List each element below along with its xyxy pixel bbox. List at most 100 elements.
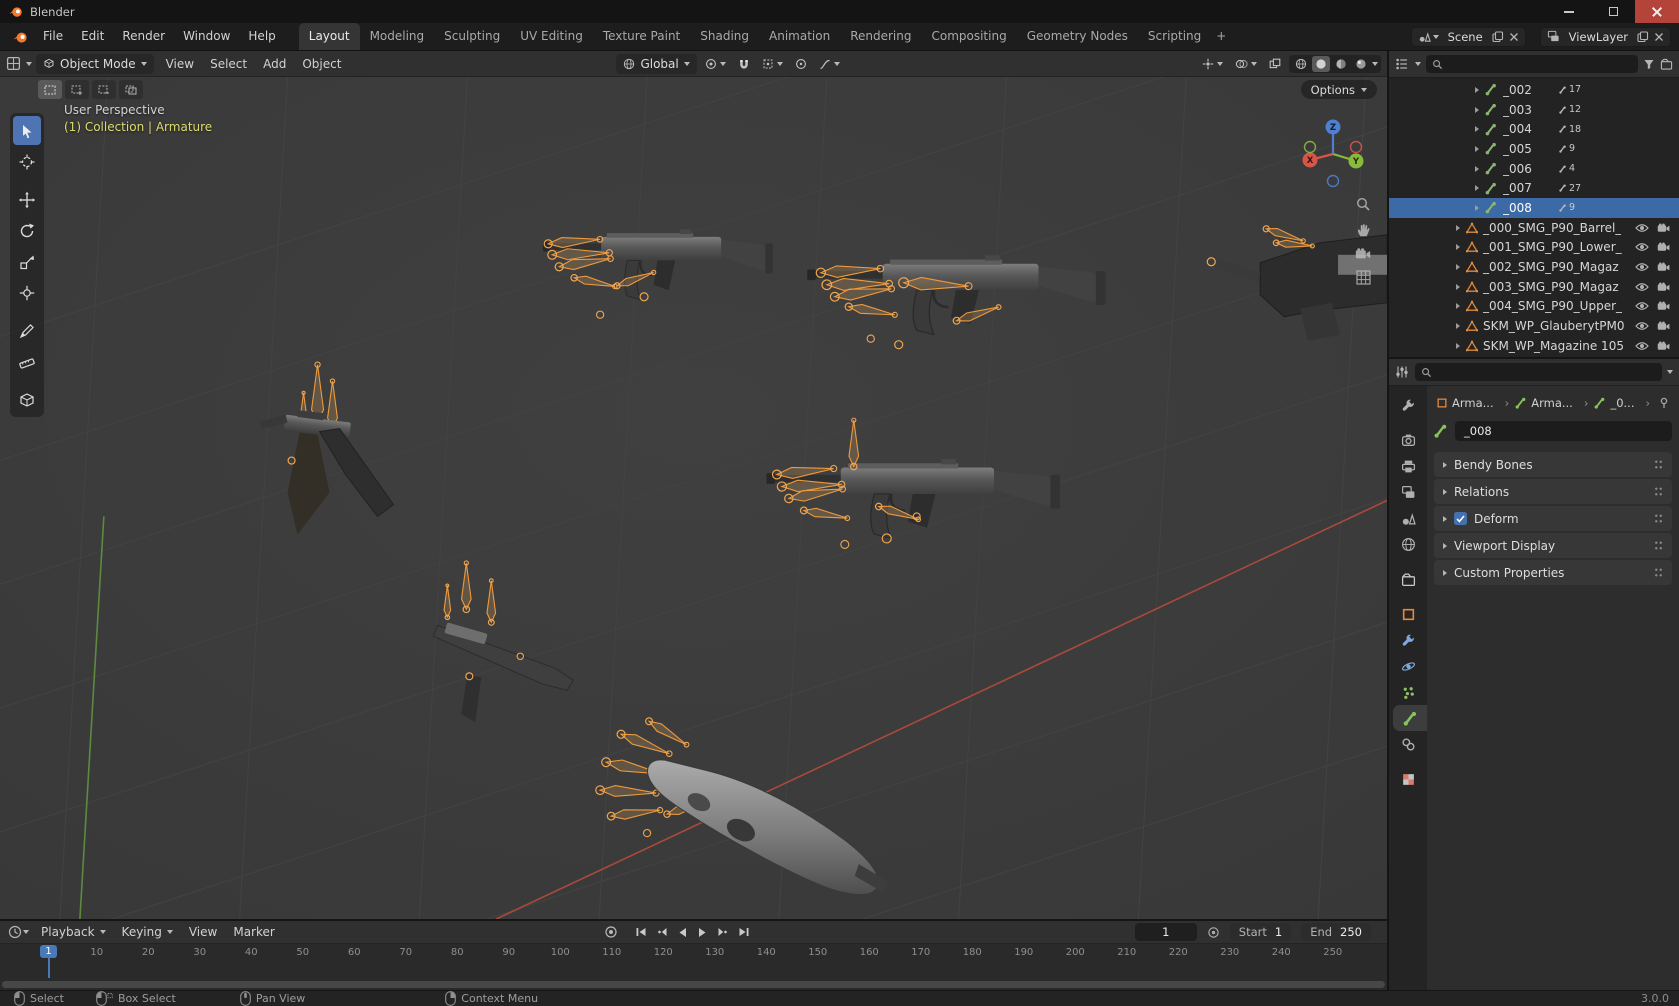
workspace-tab[interactable]: Geometry Nodes: [1017, 23, 1138, 50]
outliner-row[interactable]: _004_SMG_P90_Upper_: [1389, 297, 1679, 317]
outliner-row[interactable]: _008 9: [1389, 198, 1679, 218]
tab-output[interactable]: [1389, 453, 1427, 479]
playhead[interactable]: [48, 957, 50, 978]
add-workspace-button[interactable]: +: [1211, 23, 1231, 50]
view-layer-name[interactable]: ViewLayer: [1565, 30, 1632, 44]
properties-options-dropdown-icon[interactable]: [1667, 370, 1673, 374]
workspace-tab[interactable]: Sculpting: [434, 23, 510, 50]
timeline-menu[interactable]: Keying: [114, 925, 181, 939]
pivot-point-selector[interactable]: [701, 54, 730, 74]
close-button[interactable]: [1635, 0, 1679, 23]
viewport-menu[interactable]: Select: [202, 57, 255, 71]
tab-physics[interactable]: [1389, 653, 1427, 679]
expand-arrow-icon[interactable]: [1456, 224, 1460, 231]
properties-panel-header[interactable]: Relations: [1434, 479, 1672, 504]
show-gizmo-dropdown[interactable]: [1198, 54, 1227, 74]
drag-dots-icon[interactable]: [1654, 485, 1663, 498]
timeline-menu[interactable]: Playback: [33, 925, 114, 939]
tab-scene[interactable]: [1389, 505, 1427, 531]
properties-search-input[interactable]: [1415, 363, 1662, 381]
outliner-row[interactable]: SKM_WP_GlauberytPM0: [1389, 316, 1679, 336]
drag-dots-icon[interactable]: [1654, 539, 1663, 552]
drag-dots-icon[interactable]: [1654, 458, 1663, 471]
timeline-scrollbar[interactable]: [2, 981, 1385, 988]
play-button[interactable]: [695, 926, 710, 939]
disable-render-icon[interactable]: [1657, 223, 1670, 233]
options-dropdown[interactable]: Options: [1300, 80, 1377, 99]
material-preview-shading-button[interactable]: [1332, 56, 1350, 72]
tab-constraint[interactable]: [1389, 731, 1427, 757]
workspace-tab[interactable]: Compositing: [921, 23, 1016, 50]
rotate-tool-button[interactable]: [13, 216, 41, 245]
timeline-menu[interactable]: Marker: [225, 925, 282, 939]
expand-arrow-icon[interactable]: [1456, 303, 1460, 310]
jump-to-start-button[interactable]: [633, 926, 649, 938]
timeline-ruler[interactable]: 10 20 30 40 50 60 70 80 90 100 110 120 130 140 150 160 1…: [0, 944, 1387, 990]
hide-eye-icon[interactable]: [1635, 282, 1649, 292]
breadcrumb-bone[interactable]: _0...: [1594, 396, 1656, 410]
outliner-row[interactable]: _000_SMG_P90_Barrel_: [1389, 218, 1679, 238]
editor-type-icon[interactable]: [6, 56, 21, 71]
tab-tool[interactable]: [1389, 392, 1427, 418]
workspace-tab[interactable]: Shading: [690, 23, 759, 50]
breadcrumb-armature[interactable]: Arma...: [1515, 396, 1594, 410]
ortho-grid-icon[interactable]: [1355, 270, 1371, 285]
menubar-item[interactable]: File: [34, 26, 72, 47]
bone-name-field[interactable]: _008: [1455, 421, 1672, 441]
expand-arrow-icon[interactable]: [1456, 323, 1460, 330]
tab-particles[interactable]: [1389, 679, 1427, 705]
tab-view-layer[interactable]: [1389, 479, 1427, 505]
add-cube-tool-button[interactable]: [13, 385, 41, 414]
tab-collection[interactable]: [1389, 566, 1427, 592]
hide-eye-icon[interactable]: [1635, 301, 1649, 311]
tab-object[interactable]: [1389, 601, 1427, 627]
next-keyframe-button[interactable]: [715, 926, 731, 938]
frame-start-field[interactable]: Start 1: [1229, 923, 1292, 941]
expand-arrow-icon[interactable]: [1456, 283, 1460, 290]
mode-selector[interactable]: Object Mode: [36, 53, 154, 74]
minimize-button[interactable]: [1547, 0, 1591, 23]
new-collection-icon[interactable]: [1660, 58, 1673, 70]
disable-render-icon[interactable]: [1657, 341, 1670, 351]
outliner-row[interactable]: _001_SMG_P90_Lower_: [1389, 238, 1679, 258]
outliner-row[interactable]: _003 12: [1389, 100, 1679, 120]
outliner-row[interactable]: _003_SMG_P90_Magaz: [1389, 277, 1679, 297]
tab-modifier[interactable]: [1389, 627, 1427, 653]
outliner-search-input[interactable]: [1426, 55, 1638, 73]
axis-neg-x-ball[interactable]: [1349, 140, 1363, 154]
view-layer-selector[interactable]: ViewLayer: [1539, 26, 1671, 47]
workspace-tab[interactable]: Texture Paint: [593, 23, 690, 50]
workspace-tab[interactable]: Rendering: [840, 23, 921, 50]
proportional-editing-toggle[interactable]: [791, 54, 811, 74]
outliner-editor-icon[interactable]: [1395, 57, 1409, 71]
scale-tool-button[interactable]: [13, 247, 41, 276]
expand-arrow-icon[interactable]: [1456, 342, 1460, 349]
expand-arrow-icon[interactable]: [1475, 86, 1479, 93]
workspace-tab[interactable]: Scripting: [1138, 23, 1211, 50]
outliner-row[interactable]: _007 27: [1389, 178, 1679, 198]
proportional-falloff-dropdown[interactable]: [815, 54, 844, 74]
measure-tool-button[interactable]: [13, 347, 41, 376]
outliner-row[interactable]: _005 9: [1389, 139, 1679, 159]
outliner-row[interactable]: _002 17: [1389, 80, 1679, 100]
new-scene-icon[interactable]: [1492, 30, 1504, 43]
expand-arrow-icon[interactable]: [1456, 244, 1460, 251]
blender-menu-logo-icon[interactable]: [12, 29, 28, 45]
menubar-item[interactable]: Window: [174, 26, 239, 47]
viewport-menu[interactable]: Object: [294, 57, 349, 71]
menubar-item[interactable]: Render: [113, 26, 174, 47]
scene-selector[interactable]: Scene: [1410, 26, 1526, 47]
play-reverse-button[interactable]: [675, 926, 690, 939]
expand-arrow-icon[interactable]: [1456, 264, 1460, 271]
workspace-tab[interactable]: Modeling: [360, 23, 435, 50]
new-view-layer-icon[interactable]: [1637, 30, 1649, 43]
properties-panel-header[interactable]: Viewport Display: [1434, 533, 1672, 558]
playhead-frame-label[interactable]: 1: [40, 945, 57, 958]
workspace-tab[interactable]: Animation: [759, 23, 840, 50]
tab-object-data[interactable]: [1393, 705, 1427, 731]
timeline-editor-dropdown-icon[interactable]: [23, 930, 29, 934]
properties-panel-header[interactable]: Bendy Bones: [1434, 452, 1672, 477]
outliner-editor-dropdown-icon[interactable]: [1415, 62, 1421, 66]
snap-settings-dropdown[interactable]: [758, 54, 787, 74]
properties-panel-header[interactable]: Custom Properties: [1434, 560, 1672, 585]
